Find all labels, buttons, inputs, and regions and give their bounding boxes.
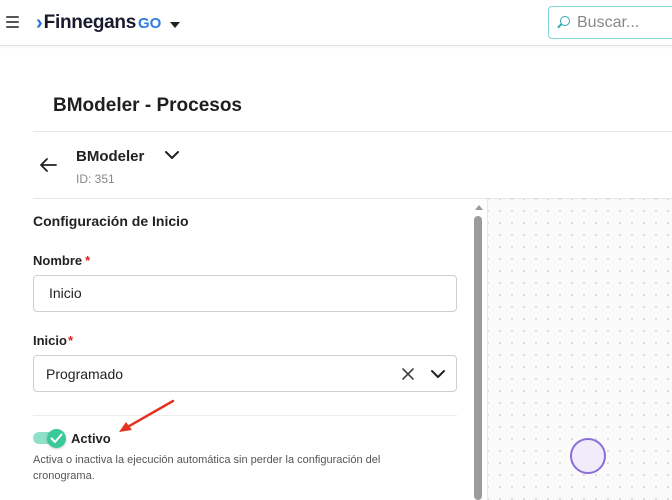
- top-bar: › Finnegans GO: [0, 0, 672, 46]
- activo-help-text: Activa o inactiva la ejecución automátic…: [33, 454, 381, 482]
- inicio-selected-value: Programado: [46, 366, 124, 382]
- required-mark: *: [67, 333, 74, 348]
- search-icon: [557, 15, 571, 30]
- activo-label: Activo: [71, 431, 111, 446]
- search-box[interactable]: [548, 6, 672, 39]
- brand-suffix: GO: [137, 14, 162, 32]
- inicio-select[interactable]: Programado: [33, 355, 457, 392]
- start-event-node[interactable]: [570, 438, 606, 474]
- logo-chevron-icon: ›: [36, 12, 43, 34]
- app-logo[interactable]: › Finnegans GO: [36, 11, 181, 35]
- annotation-arrow-icon: [119, 399, 175, 432]
- page-title: BModeler - Procesos: [53, 95, 242, 116]
- nombre-label: Nombre *: [33, 253, 90, 268]
- nombre-label-text: Nombre: [33, 253, 83, 268]
- search-input[interactable]: [577, 13, 672, 32]
- scrollbar-thumb[interactable]: [474, 216, 482, 500]
- process-id: ID: 351: [76, 172, 115, 186]
- nombre-input[interactable]: [49, 285, 429, 301]
- hamburger-menu-icon[interactable]: [6, 16, 19, 28]
- process-name: BModeler: [76, 148, 145, 165]
- divider: [33, 131, 672, 132]
- required-mark: *: [85, 253, 91, 268]
- inicio-label: Inicio*: [33, 333, 73, 348]
- brand-name: Finnegans: [43, 12, 137, 33]
- chevron-down-icon[interactable]: [430, 367, 446, 381]
- inicio-label-text: Inicio: [33, 333, 67, 348]
- section-title: Configuración de Inicio: [33, 213, 189, 229]
- scroll-up-arrow-icon[interactable]: [475, 205, 483, 210]
- back-arrow-icon[interactable]: [38, 156, 58, 174]
- activo-toggle[interactable]: [33, 429, 67, 448]
- divider: [33, 415, 457, 416]
- toggle-knob: [47, 429, 66, 448]
- nombre-field[interactable]: [33, 275, 457, 312]
- clear-selection-icon[interactable]: [401, 367, 415, 381]
- process-selector-chevron-icon[interactable]: [164, 148, 180, 162]
- app-switcher-caret-icon[interactable]: [170, 21, 181, 28]
- check-icon: [50, 433, 63, 443]
